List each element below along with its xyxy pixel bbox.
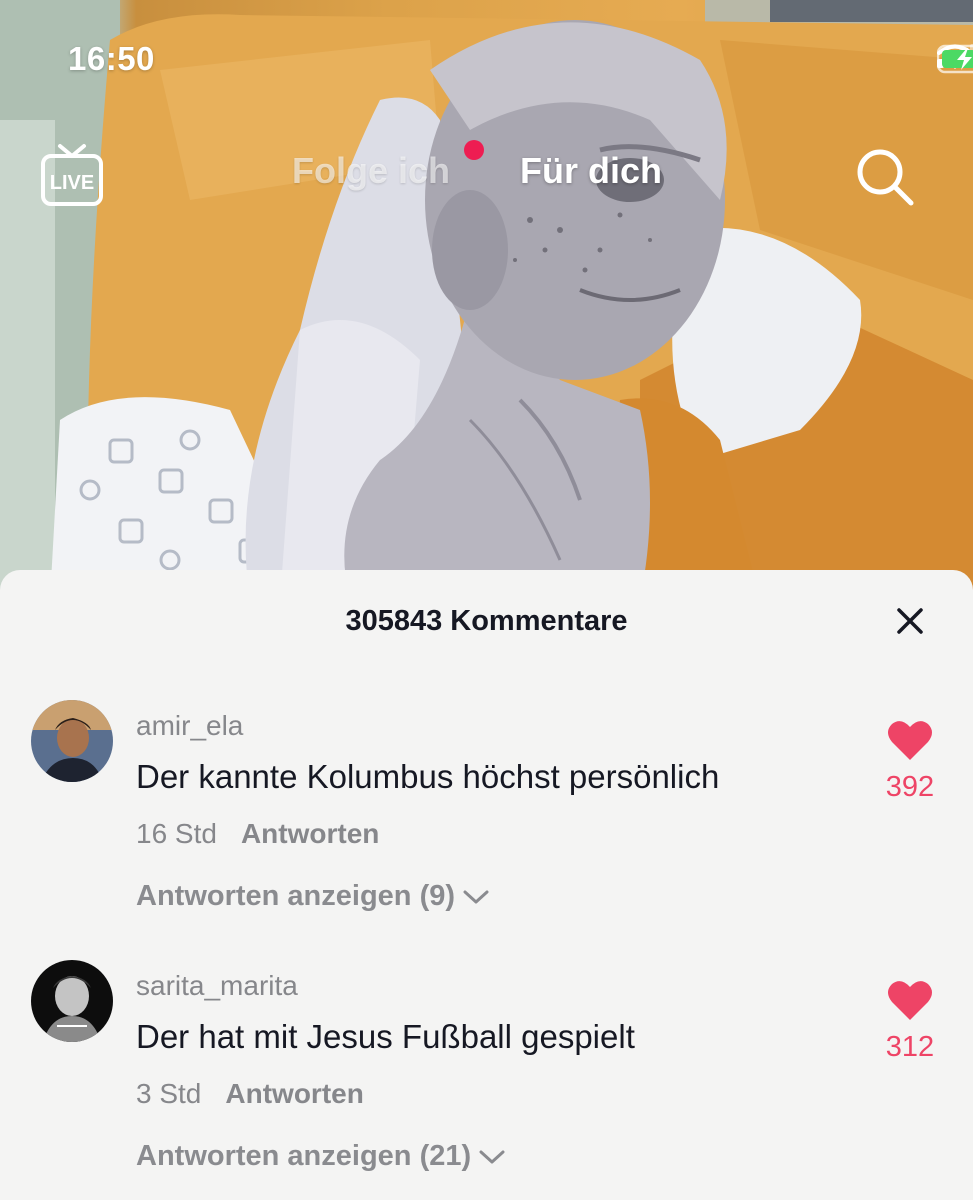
comment-meta: 16 Std Antworten [136,818,379,850]
notification-dot [464,140,484,160]
comment-text: Der kannte Kolumbus höchst persönlich [136,758,720,795]
feed-tabs: Folge ich Für dich [0,140,973,200]
avatar-image [31,960,113,1042]
comment-text: Der hat mit Jesus Fußball gespielt [136,1018,635,1055]
view-replies-button[interactable]: Antworten anzeigen (9) [136,880,489,913]
reply-button[interactable]: Antworten [225,1078,363,1110]
search-button[interactable] [854,146,916,208]
comment-item: amir_ela Der kannte Kolumbus höchst pers… [0,700,973,940]
comments-count-title: 305843 Kommentare [345,605,628,637]
heart-icon [888,721,932,760]
view-replies-label: Antworten anzeigen (9) [136,880,456,912]
comment-username[interactable]: sarita_marita [136,970,298,1002]
view-replies-button[interactable]: Antworten anzeigen (21) [136,1140,505,1173]
status-time: 16:50 [68,40,155,77]
tab-following[interactable]: Folge ich [292,150,450,192]
video-frame [0,0,973,600]
comments-panel: 305843 Kommentare amir_ela Der kannte Ko… [0,570,973,1200]
like-count: 312 [885,1031,935,1063]
chevron-down-icon [463,890,489,903]
heart-icon [888,981,932,1020]
comment-time: 3 Std [136,1078,202,1109]
like-button[interactable]: 312 [872,978,948,1064]
like-count: 392 [885,771,935,803]
search-icon [857,149,914,206]
like-button[interactable]: 392 [872,718,948,804]
close-icon [897,608,923,634]
comment-item: sarita_marita Der hat mit Jesus Fußball … [0,960,973,1200]
reply-button[interactable]: Antworten [241,818,379,850]
video-player[interactable]: 16:50 LIVE Folge ich Für dich [0,0,973,600]
battery-charging-icon [937,44,973,74]
chevron-down-icon [479,1150,505,1163]
avatar-image [31,700,113,782]
avatar[interactable] [31,700,113,782]
avatar[interactable] [31,960,113,1042]
comment-time: 16 Std [136,818,217,849]
comment-username[interactable]: amir_ela [136,710,243,742]
close-comments-button[interactable] [896,607,924,635]
comment-meta: 3 Std Antworten [136,1078,364,1110]
view-replies-label: Antworten anzeigen (21) [136,1140,472,1172]
tab-for-you[interactable]: Für dich [520,150,662,192]
